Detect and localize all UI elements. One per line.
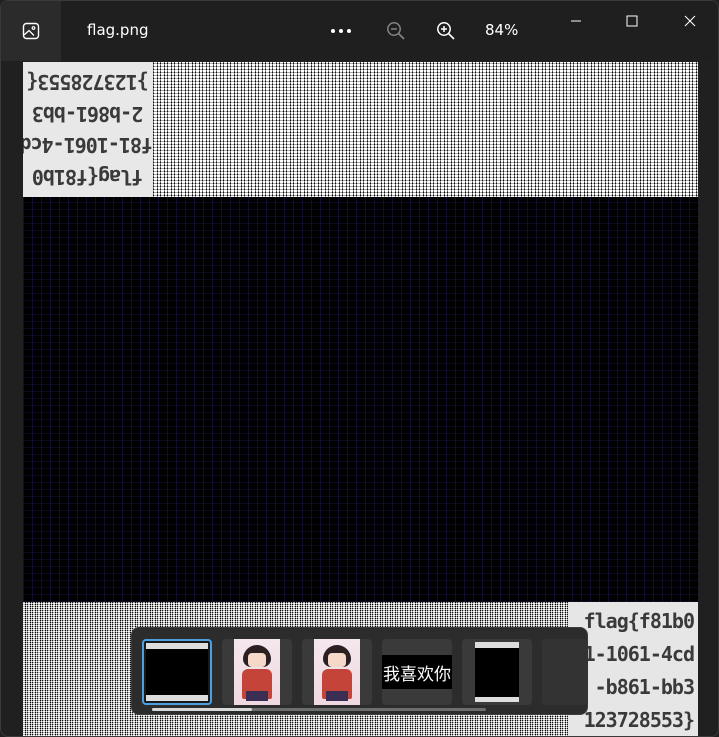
- flag-thumbnail[interactable]: [142, 639, 212, 705]
- maximize-button[interactable]: [604, 1, 660, 41]
- mirrored-flag-text: }123728553{ 2-b861-bb3 f81-1061-4cd flag…: [23, 62, 153, 197]
- corner-text-line: flag{f81b0: [583, 608, 695, 633]
- file-name: flag.png: [87, 21, 149, 39]
- mirrored-text-line: 2-b861-bb3: [32, 101, 144, 126]
- dark-image-thumbnail[interactable]: [462, 639, 532, 705]
- mirrored-text-line: flag{f81b0: [32, 165, 144, 190]
- minimize-icon: [571, 20, 581, 22]
- dark-region: [23, 197, 698, 602]
- filmstrip[interactable]: 我喜欢你: [131, 627, 588, 715]
- zoom-level[interactable]: 84%: [485, 21, 518, 39]
- thumbnail-text: 我喜欢你: [382, 655, 452, 689]
- thumbnail-image: [234, 639, 280, 705]
- mirrored-text-line: f81-1061-4cd: [23, 133, 153, 158]
- zoom-out-icon: [387, 22, 405, 40]
- anime-girl-thumbnail-1[interactable]: [222, 639, 292, 705]
- thumbnail-image: [475, 642, 519, 702]
- corner-text-line: 123728553}: [583, 707, 695, 732]
- mirrored-text-line: }123728553{: [27, 69, 149, 94]
- text-thumbnail[interactable]: 我喜欢你: [382, 639, 452, 705]
- photos-app-window: flag.png 84%}123728553{2-b861-bb3 f81-…: [0, 0, 719, 737]
- close-button[interactable]: [662, 1, 718, 41]
- close-icon: [684, 15, 696, 27]
- zoom-out-button[interactable]: [380, 15, 412, 47]
- partial-thumbnail[interactable]: [542, 639, 588, 705]
- thumbnail-image: [146, 643, 208, 701]
- maximize-icon: [626, 15, 638, 27]
- app-icon-button[interactable]: [1, 1, 61, 61]
- zoom-in-icon: [437, 22, 455, 40]
- more-options-button[interactable]: [325, 15, 357, 47]
- minimize-button[interactable]: [548, 1, 604, 41]
- zoom-in-button[interactable]: [430, 15, 462, 47]
- thumbnail-image: [314, 639, 360, 705]
- anime-girl-thumbnail-2[interactable]: [302, 639, 372, 705]
- filmstrip-scrollbar[interactable]: [152, 708, 486, 711]
- title-bar: flag.png 84%: [1, 1, 718, 61]
- more-icon: [331, 29, 351, 33]
- image-icon: [22, 22, 40, 40]
- scrollbar-thumb[interactable]: [152, 708, 252, 711]
